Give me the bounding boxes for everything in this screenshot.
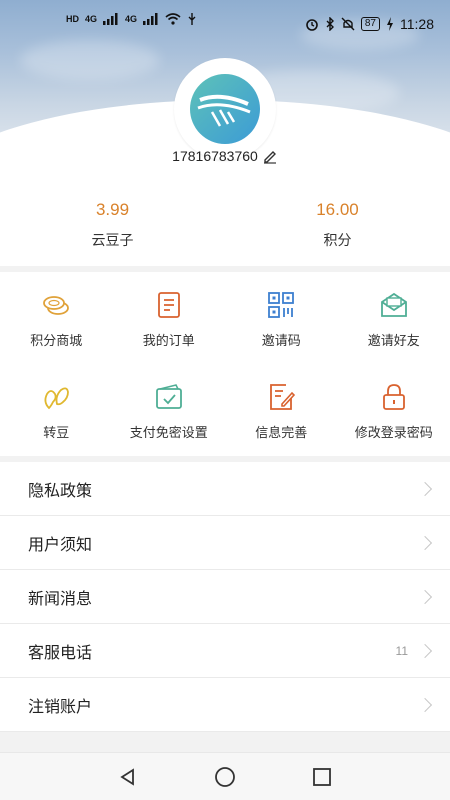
alarm-icon (306, 19, 318, 31)
home-circle-icon (215, 766, 235, 787)
point-value: 3.99 (95, 200, 130, 219)
points-summary: 3.99 云豆子 16.00 积分 (0, 190, 450, 266)
avatar[interactable] (174, 58, 276, 160)
service-phone-value: 11 (395, 643, 408, 658)
status-bar: HD 4G 4G 87 11:28 (0, 0, 450, 50)
phone-number: 17816783760 (172, 148, 258, 164)
menu-customer-service[interactable]: 客服电话 11 (0, 624, 450, 678)
menu-delete-account[interactable]: 注销账户 (0, 678, 450, 732)
back-triangle-icon (120, 767, 135, 786)
back-button[interactable] (116, 765, 140, 789)
mute-icon (341, 17, 355, 31)
point-yundouzi[interactable]: 3.99 云豆子 (0, 190, 225, 266)
feature-points-mall[interactable]: 积分商城 (0, 272, 113, 364)
network-4g-label: 4G (85, 14, 98, 24)
chevron-right-icon (417, 643, 433, 658)
recents-button[interactable] (310, 765, 334, 789)
menu-label: 用户须知 (28, 536, 93, 554)
wifi-icon (165, 13, 181, 25)
menu-privacy-policy[interactable]: 隐私政策 (0, 462, 450, 516)
feature-label: 邀请码 (261, 333, 301, 348)
signal-icon-2 (143, 13, 158, 25)
feature-complete-info[interactable]: 信息完善 (225, 364, 338, 456)
feature-grid: 积分商城 我的订单 邀请码 邀请好友 转豆 支付免密设置 信息完善 修改登录密码 (0, 272, 450, 456)
feature-my-orders[interactable]: 我的订单 (113, 272, 226, 364)
point-label: 积分 (323, 232, 352, 248)
settings-menu: 隐私政策 用户须知 新闻消息 客服电话 11 注销账户 (0, 462, 450, 732)
usb-icon (188, 13, 196, 25)
menu-label: 隐私政策 (28, 482, 93, 500)
chevron-right-icon (417, 535, 433, 550)
lock-icon (382, 384, 405, 410)
feature-label: 我的订单 (142, 333, 195, 348)
feature-label: 转豆 (43, 425, 70, 440)
feature-invite-code[interactable]: 邀请码 (225, 272, 338, 364)
battery-level: 87 (360, 17, 380, 31)
feature-label: 信息完善 (255, 425, 308, 440)
status-right: 87 11:28 (305, 16, 434, 32)
feature-password-free-payment[interactable]: 支付免密设置 (113, 364, 226, 456)
signal-icon (103, 13, 118, 25)
feature-label: 积分商城 (30, 333, 83, 348)
menu-label: 客服电话 (28, 644, 93, 662)
feature-change-password[interactable]: 修改登录密码 (338, 364, 450, 456)
feature-label: 修改登录密码 (354, 425, 433, 440)
chevron-right-icon (417, 589, 433, 604)
network-4g-label-2: 4G (125, 14, 138, 24)
signal-indicators: HD 4G 4G (66, 12, 197, 26)
document-edit-icon (270, 384, 296, 410)
feature-invite-friends[interactable]: 邀请好友 (338, 272, 450, 364)
app-logo-icon (190, 74, 260, 144)
menu-label: 新闻消息 (28, 590, 93, 608)
bluetooth-icon (326, 17, 334, 31)
home-button[interactable] (213, 765, 237, 789)
recents-square-icon (312, 767, 331, 786)
qr-code-icon (268, 292, 295, 318)
order-list-icon (157, 292, 180, 318)
profile-header: HD 4G 4G 87 11:28 17816783760 (0, 0, 450, 190)
phone-row: 17816783760 (0, 148, 450, 164)
charging-icon (387, 17, 393, 31)
pencil-icon[interactable] (262, 148, 278, 164)
feature-label: 邀请好友 (367, 333, 420, 348)
menu-user-notice[interactable]: 用户须知 (0, 516, 450, 570)
status-time: 11:28 (400, 16, 434, 32)
menu-label: 注销账户 (28, 698, 93, 716)
system-nav-bar (0, 752, 450, 800)
menu-news[interactable]: 新闻消息 (0, 570, 450, 624)
point-value: 16.00 (316, 200, 359, 219)
hd-badge: HD (66, 14, 79, 24)
chevron-right-icon (417, 481, 433, 496)
chevron-right-icon (417, 697, 433, 712)
feature-label: 支付免密设置 (129, 425, 208, 440)
feature-transfer-beans[interactable]: 转豆 (0, 364, 113, 456)
envelope-icon (380, 292, 407, 317)
point-label: 云豆子 (91, 232, 134, 248)
coins-icon (43, 296, 70, 315)
wallet-check-icon (155, 384, 182, 409)
point-jifen[interactable]: 16.00 积分 (225, 190, 450, 266)
bean-icon (44, 387, 70, 410)
